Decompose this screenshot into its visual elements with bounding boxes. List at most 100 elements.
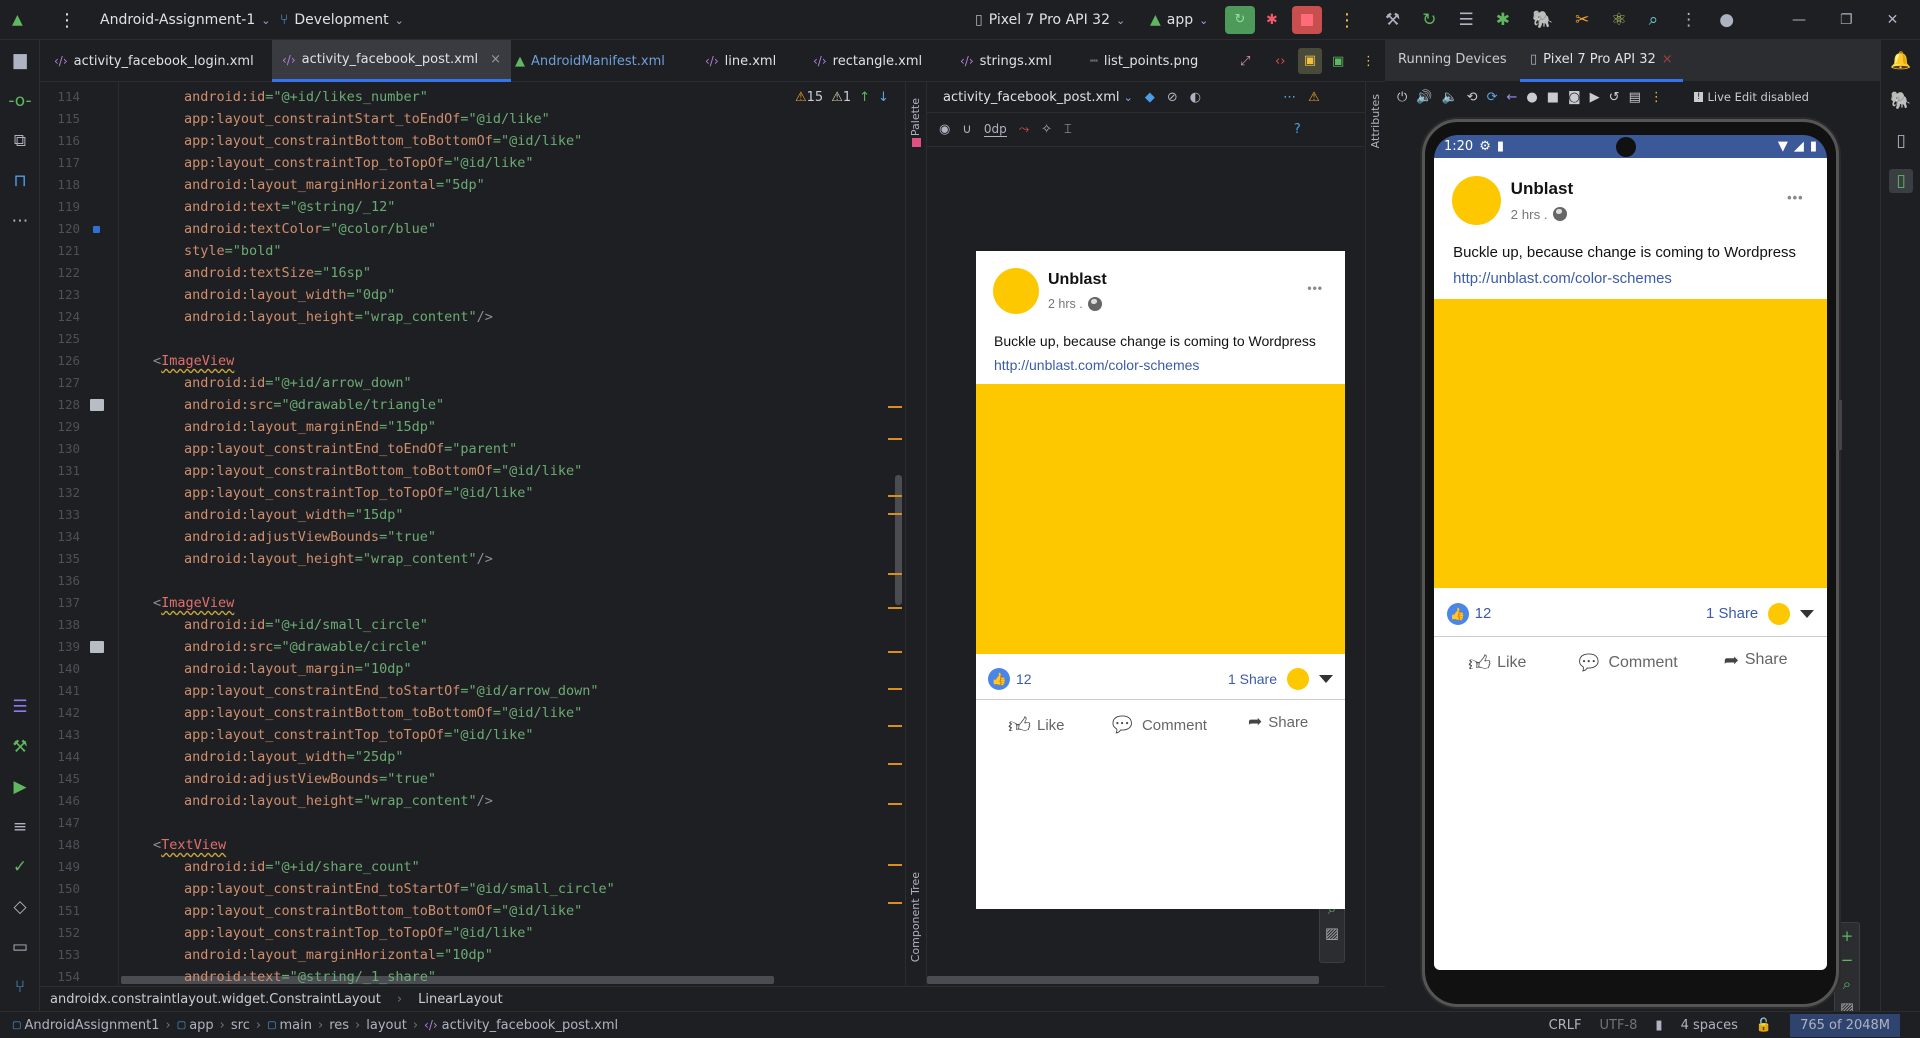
run-config-selector[interactable]: ▲ app ⌄ <box>1150 0 1208 40</box>
comment-button[interactable]: 💬︎ Comment <box>1108 712 1207 738</box>
extended-controls-icon[interactable]: ▤ <box>1629 90 1641 105</box>
code-line[interactable]: 144 android:layout_width="25dp" <box>40 746 900 768</box>
code-line[interactable]: 123 android:layout_width="0dp" <box>40 284 900 306</box>
attach-debugger-icon[interactable]: ✱ <box>1496 10 1510 30</box>
overview-icon[interactable]: ■ <box>1547 90 1559 105</box>
arrow-down-icon[interactable] <box>1800 609 1815 618</box>
more-tools-icon[interactable]: ⋯ <box>8 209 32 233</box>
code-line[interactable]: 132 app:layout_constraintTop_toTopOf="@id… <box>40 482 900 504</box>
warning-stripe-mark[interactable] <box>888 688 902 690</box>
likes-count[interactable]: 12 <box>1475 606 1492 622</box>
gradle-icon[interactable]: 🐘 <box>1532 10 1553 30</box>
notifications-icon[interactable]: 🔔 <box>1889 49 1913 73</box>
tools-icon[interactable]: ✂ <box>1575 10 1589 30</box>
more-icon[interactable]: ⋮ <box>1650 90 1663 105</box>
share-button[interactable]: ➦ Share <box>1248 712 1308 732</box>
code-line[interactable]: 138 android:id="@+id/small_circle" <box>40 614 900 636</box>
resource-manager-icon[interactable]: ⊓ <box>8 169 32 193</box>
warning-stripe-mark[interactable] <box>888 725 902 727</box>
code-line[interactable]: 124 android:layout_height="wrap_content"/… <box>40 306 900 328</box>
warning-icon[interactable]: ⚠ <box>1308 90 1320 105</box>
close-tab-icon[interactable]: × <box>1662 52 1673 67</box>
warning-stripe-mark[interactable] <box>888 651 902 653</box>
clear-constraints-icon[interactable]: ⤳ <box>1019 122 1029 137</box>
avatar[interactable] <box>1452 176 1502 226</box>
warning-stripe-mark[interactable] <box>888 513 902 515</box>
color-swatch-icon[interactable] <box>93 226 100 233</box>
code-editor[interactable]: ⚠15 ⚠1 ↑ ↓ 114 android:id="@+id/likes_numb… <box>40 82 905 986</box>
tab-rectangle[interactable]: ‹/› rectangle.xml <box>803 40 932 82</box>
code-line[interactable]: 120 android:textColor="@color/blue" <box>40 218 900 240</box>
tab-device[interactable]: ▯ Pixel 7 Pro API 32 × <box>1520 40 1683 82</box>
warning-stripe-mark[interactable] <box>888 495 902 497</box>
warning-stripe-mark[interactable] <box>888 864 902 866</box>
sync-icon[interactable]: ↻ <box>1422 10 1436 30</box>
path-item[interactable]: app <box>189 1018 213 1033</box>
indent-setting[interactable]: 4 spaces <box>1681 1018 1738 1033</box>
code-line[interactable]: 143 app:layout_constraintTop_toTopOf="@id… <box>40 724 900 746</box>
more-icon[interactable]: ⋮ <box>1680 10 1697 30</box>
more-options-icon[interactable]: ••• <box>1307 281 1323 295</box>
design-surface-icon[interactable]: ◆ <box>1145 90 1155 105</box>
more-options-icon[interactable]: ••• <box>1787 190 1803 205</box>
code-line[interactable]: 145 android:adjustViewBounds="true" <box>40 768 900 790</box>
device-screen[interactable]: 1:20 ⚙ ▮ ▼ ◢ ▮ Unblast 2 hrs . ••• Buckle up… <box>1434 135 1827 970</box>
code-line[interactable]: 115 app:layout_constraintStart_toEndOf="@… <box>40 108 900 130</box>
code-line[interactable]: 142 app:layout_constraintBottom_toBottomO… <box>40 702 900 724</box>
close-icon[interactable]: ✕ <box>1887 12 1899 28</box>
logcat-icon[interactable]: ≡ <box>8 815 32 839</box>
build-icon[interactable]: ⚒ <box>8 735 32 759</box>
run-icon[interactable]: ▶ <box>8 775 32 799</box>
warning-stripe-mark[interactable] <box>888 573 902 575</box>
code-line[interactable]: 127 android:id="@+id/arrow_down" <box>40 372 900 394</box>
palette-tab[interactable]: Palette <box>909 98 922 136</box>
breadcrumb-item[interactable]: androidx.constraintlayout.widget.Constra… <box>50 992 381 1007</box>
warning-stripe-mark[interactable] <box>888 607 902 609</box>
share-count[interactable]: 1 Share <box>1706 606 1758 622</box>
more-icon[interactable]: ⋯ <box>1283 90 1296 105</box>
apply-changes-button[interactable]: ↻ <box>1225 6 1255 34</box>
post-link[interactable]: http://unblast.com/color-schemes <box>1453 271 1672 287</box>
code-line[interactable]: 116 app:layout_constraintBottom_toBottomO… <box>40 130 900 152</box>
project-icon[interactable]: ▆ <box>8 48 32 72</box>
account-icon[interactable]: ● <box>1719 10 1734 30</box>
zoom-out-icon[interactable]: − <box>1841 951 1854 969</box>
code-line[interactable]: 141 app:layout_constraintEnd_toStartOf="@… <box>40 680 900 702</box>
more-icon[interactable]: ⋮ <box>1338 0 1356 40</box>
code-line[interactable]: 126 <ImageView <box>40 350 900 372</box>
power-icon[interactable]: ⏻ <box>1397 90 1407 105</box>
path-item[interactable]: AndroidAssignment1 <box>24 1018 159 1033</box>
code-line[interactable]: 137 <ImageView <box>40 592 900 614</box>
design-view-icon[interactable]: ▣ <box>1322 40 1354 82</box>
branch-selector[interactable]: ⑂ Development ⌄ <box>280 0 404 40</box>
main-menu-icon[interactable]: ⋮ <box>58 0 76 40</box>
avatar[interactable] <box>993 268 1039 314</box>
file-encoding[interactable]: UTF-8 <box>1600 1018 1638 1033</box>
help-icon[interactable]: ? <box>1294 122 1301 137</box>
code-line[interactable]: 114 android:id="@+id/likes_number" <box>40 86 900 108</box>
project-selector[interactable]: Android-Assignment-1 ⌄ <box>100 0 270 40</box>
orientation-icon[interactable]: ⊘ <box>1167 90 1178 105</box>
back-icon[interactable]: ← <box>1506 90 1517 105</box>
expand-icon[interactable]: ⤢ <box>1230 40 1260 82</box>
code-line[interactable]: 134 android:adjustViewBounds="true" <box>40 526 900 548</box>
theme-icon[interactable]: ◐ <box>1190 90 1201 105</box>
code-line[interactable]: 121 style="bold" <box>40 240 900 262</box>
design-horizontal-scrollbar[interactable] <box>927 976 1319 984</box>
code-line[interactable]: 150 app:layout_constraintEnd_toStartOf="@… <box>40 878 900 900</box>
warning-stripe-mark[interactable] <box>888 438 902 440</box>
minimize-icon[interactable]: — <box>1792 12 1806 28</box>
tab-list-points[interactable]: ┉ list_points.png <box>1080 40 1208 82</box>
code-line[interactable]: 118 android:layout_marginHorizontal="5dp" <box>40 174 900 196</box>
path-item[interactable]: layout <box>366 1018 407 1033</box>
line-separator[interactable]: CRLF <box>1549 1018 1582 1033</box>
magnet-icon[interactable]: ∪ <box>962 122 972 137</box>
snapshot-icon[interactable]: ↺ <box>1609 90 1620 105</box>
terminal-icon[interactable]: ▭ <box>8 935 32 959</box>
tab-activity-facebook-login[interactable]: ‹/› activity_facebook_login.xml <box>44 40 264 82</box>
post-author[interactable]: Unblast <box>1048 271 1107 289</box>
rotate-right-icon[interactable]: ⟳ <box>1487 90 1498 105</box>
layout-file-selector[interactable]: activity_facebook_post.xml ⌄ <box>943 90 1133 105</box>
memory-indicator[interactable]: 765 of 2048M <box>1790 1013 1900 1037</box>
code-line[interactable]: 154 android:text="@string/_1_share" <box>40 966 900 986</box>
